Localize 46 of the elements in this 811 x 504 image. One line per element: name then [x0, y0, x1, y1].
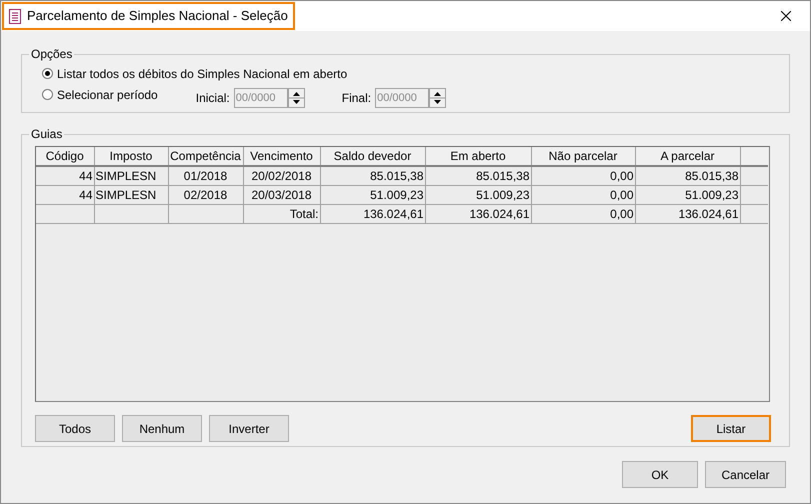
close-icon	[781, 11, 791, 21]
radio-option[interactable]: Selecionar período	[42, 86, 158, 104]
document-icon	[9, 8, 21, 24]
column-header[interactable]: Imposto	[94, 147, 168, 166]
ok-button[interactable]: OK	[622, 461, 698, 488]
table-cell: 51.009,23	[635, 186, 740, 204]
column-header[interactable]: A parcelar	[635, 147, 740, 166]
column-header[interactable]: Não parcelar	[531, 147, 635, 166]
table-cell: 02/2018	[168, 186, 243, 204]
spin-buttons[interactable]	[288, 88, 305, 108]
window-title: Parcelamento de Simples Nacional - Seleção	[27, 7, 288, 26]
group-label: Guias	[30, 126, 64, 143]
table-cell: 85.015,38	[320, 166, 425, 186]
table-cell: 01/2018	[168, 166, 243, 186]
table-cell: 20/03/2018	[243, 186, 320, 204]
table-cell: Total:	[243, 204, 320, 224]
table-cell: 51.009,23	[320, 186, 425, 204]
button[interactable]: Todos	[35, 415, 115, 442]
table-cell: 51.009,23	[425, 186, 531, 204]
column-header[interactable]: Código	[36, 147, 94, 166]
table-cell: 136.024,61	[635, 204, 740, 224]
button[interactable]: Listar	[691, 415, 771, 442]
column-header[interactable]: Vencimento	[243, 147, 320, 166]
table-cell: 44	[36, 166, 94, 186]
button[interactable]: Inverter	[209, 415, 289, 442]
spin-buttons[interactable]	[429, 88, 446, 108]
table-cell: 0,00	[531, 204, 635, 224]
table-cell: 44	[36, 186, 94, 204]
table-cell: 136.024,61	[320, 204, 425, 224]
column-header[interactable]: Saldo devedor	[320, 147, 425, 166]
column-header[interactable]: Em aberto	[425, 147, 531, 166]
table-cell: 85.015,38	[425, 166, 531, 186]
field-label: Final:	[342, 90, 372, 106]
table-cell: 20/02/2018	[243, 166, 320, 186]
radio-option[interactable]: Listar todos os débitos do Simples Nacional em aberto	[42, 64, 348, 82]
field-label: Inicial:	[196, 90, 230, 106]
column-header[interactable]: Competência	[168, 147, 243, 166]
group-label: Opções	[30, 46, 74, 63]
table-cell: 0,00	[531, 166, 635, 186]
button[interactable]: Nenhum	[122, 415, 202, 442]
table-cell: SIMPLESN	[94, 186, 168, 204]
table-cell: 136.024,61	[425, 204, 531, 224]
table-cell: 0,00	[531, 186, 635, 204]
table-cell: 85.015,38	[635, 166, 740, 186]
cancel-button[interactable]: Cancelar	[705, 461, 786, 488]
table-cell: SIMPLESN	[94, 166, 168, 186]
